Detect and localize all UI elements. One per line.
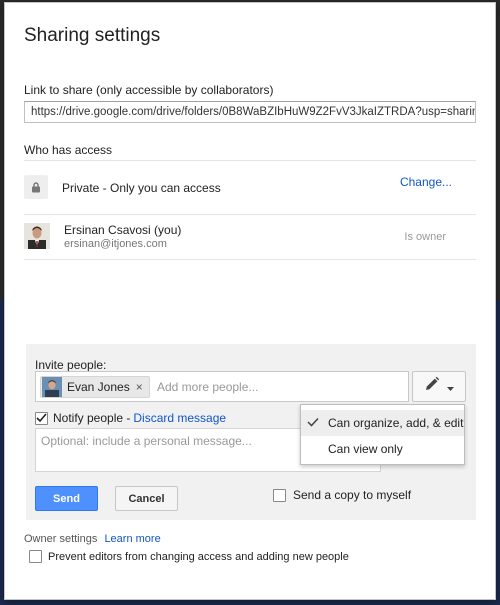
send-copy-row: Send a copy to myself <box>273 488 411 502</box>
checkmark-icon <box>307 415 319 430</box>
avatar <box>42 377 62 397</box>
cancel-button[interactable]: Cancel <box>115 486 178 511</box>
divider <box>24 259 476 260</box>
notify-people-label: Notify people - <box>53 411 131 425</box>
prevent-editors-checkbox[interactable] <box>29 550 42 563</box>
send-copy-checkbox[interactable] <box>273 488 286 502</box>
menu-item-can-edit[interactable]: Can organize, add, & edit <box>301 410 464 436</box>
notify-row: Notify people - Discard message <box>35 411 226 425</box>
owner-email: ersinan@itjones.com <box>64 238 167 250</box>
invitee-chip: Evan Jones × <box>40 376 150 398</box>
owner-role-label: Is owner <box>404 231 446 243</box>
visibility-text: Private - Only you can access <box>62 181 221 195</box>
add-more-people-placeholder: Add more people... <box>157 380 259 394</box>
invite-people-input[interactable]: Evan Jones × Add more people... <box>35 371 409 402</box>
owner-settings-row: Owner settings Learn more <box>24 533 161 545</box>
learn-more-link[interactable]: Learn more <box>104 533 160 545</box>
checkmark-icon <box>36 413 47 423</box>
invitee-name: Evan Jones <box>67 380 130 394</box>
owner-settings-label: Owner settings <box>24 533 98 545</box>
permission-menu: Can organize, add, & edit Can view only <box>300 404 465 465</box>
menu-item-label: Can organize, add, & edit <box>328 416 464 430</box>
remove-invitee-icon[interactable]: × <box>136 380 143 394</box>
discard-message-link[interactable]: Discard message <box>133 411 226 425</box>
prevent-editors-row: Prevent editors from changing access and… <box>29 550 349 563</box>
menu-item-label: Can view only <box>328 442 403 456</box>
divider <box>24 214 476 215</box>
chevron-down-icon <box>447 378 454 396</box>
pencil-icon <box>424 376 440 397</box>
link-label: Link to share (only accessible by collab… <box>24 83 274 97</box>
visibility-row: Private - Only you can access Change... <box>24 175 476 201</box>
lock-icon <box>24 175 48 199</box>
who-has-access-label: Who has access <box>24 143 113 157</box>
menu-item-can-view[interactable]: Can view only <box>301 436 464 462</box>
invite-people-label: Invite people: <box>35 358 107 372</box>
share-link-field[interactable]: https://drive.google.com/drive/folders/0… <box>24 101 476 123</box>
permission-dropdown-button[interactable] <box>412 371 466 402</box>
send-button[interactable]: Send <box>35 486 98 511</box>
dialog-title: Sharing settings <box>24 25 161 46</box>
notify-people-checkbox[interactable] <box>35 411 48 425</box>
avatar <box>24 223 50 249</box>
owner-row: Ersinan Csavosi (you) ersinan@itjones.co… <box>24 223 476 253</box>
divider <box>24 160 476 161</box>
prevent-editors-label: Prevent editors from changing access and… <box>48 550 349 563</box>
change-visibility-link[interactable]: Change... <box>400 175 452 189</box>
send-copy-label: Send a copy to myself <box>293 488 412 502</box>
owner-name: Ersinan Csavosi (you) <box>64 223 182 237</box>
